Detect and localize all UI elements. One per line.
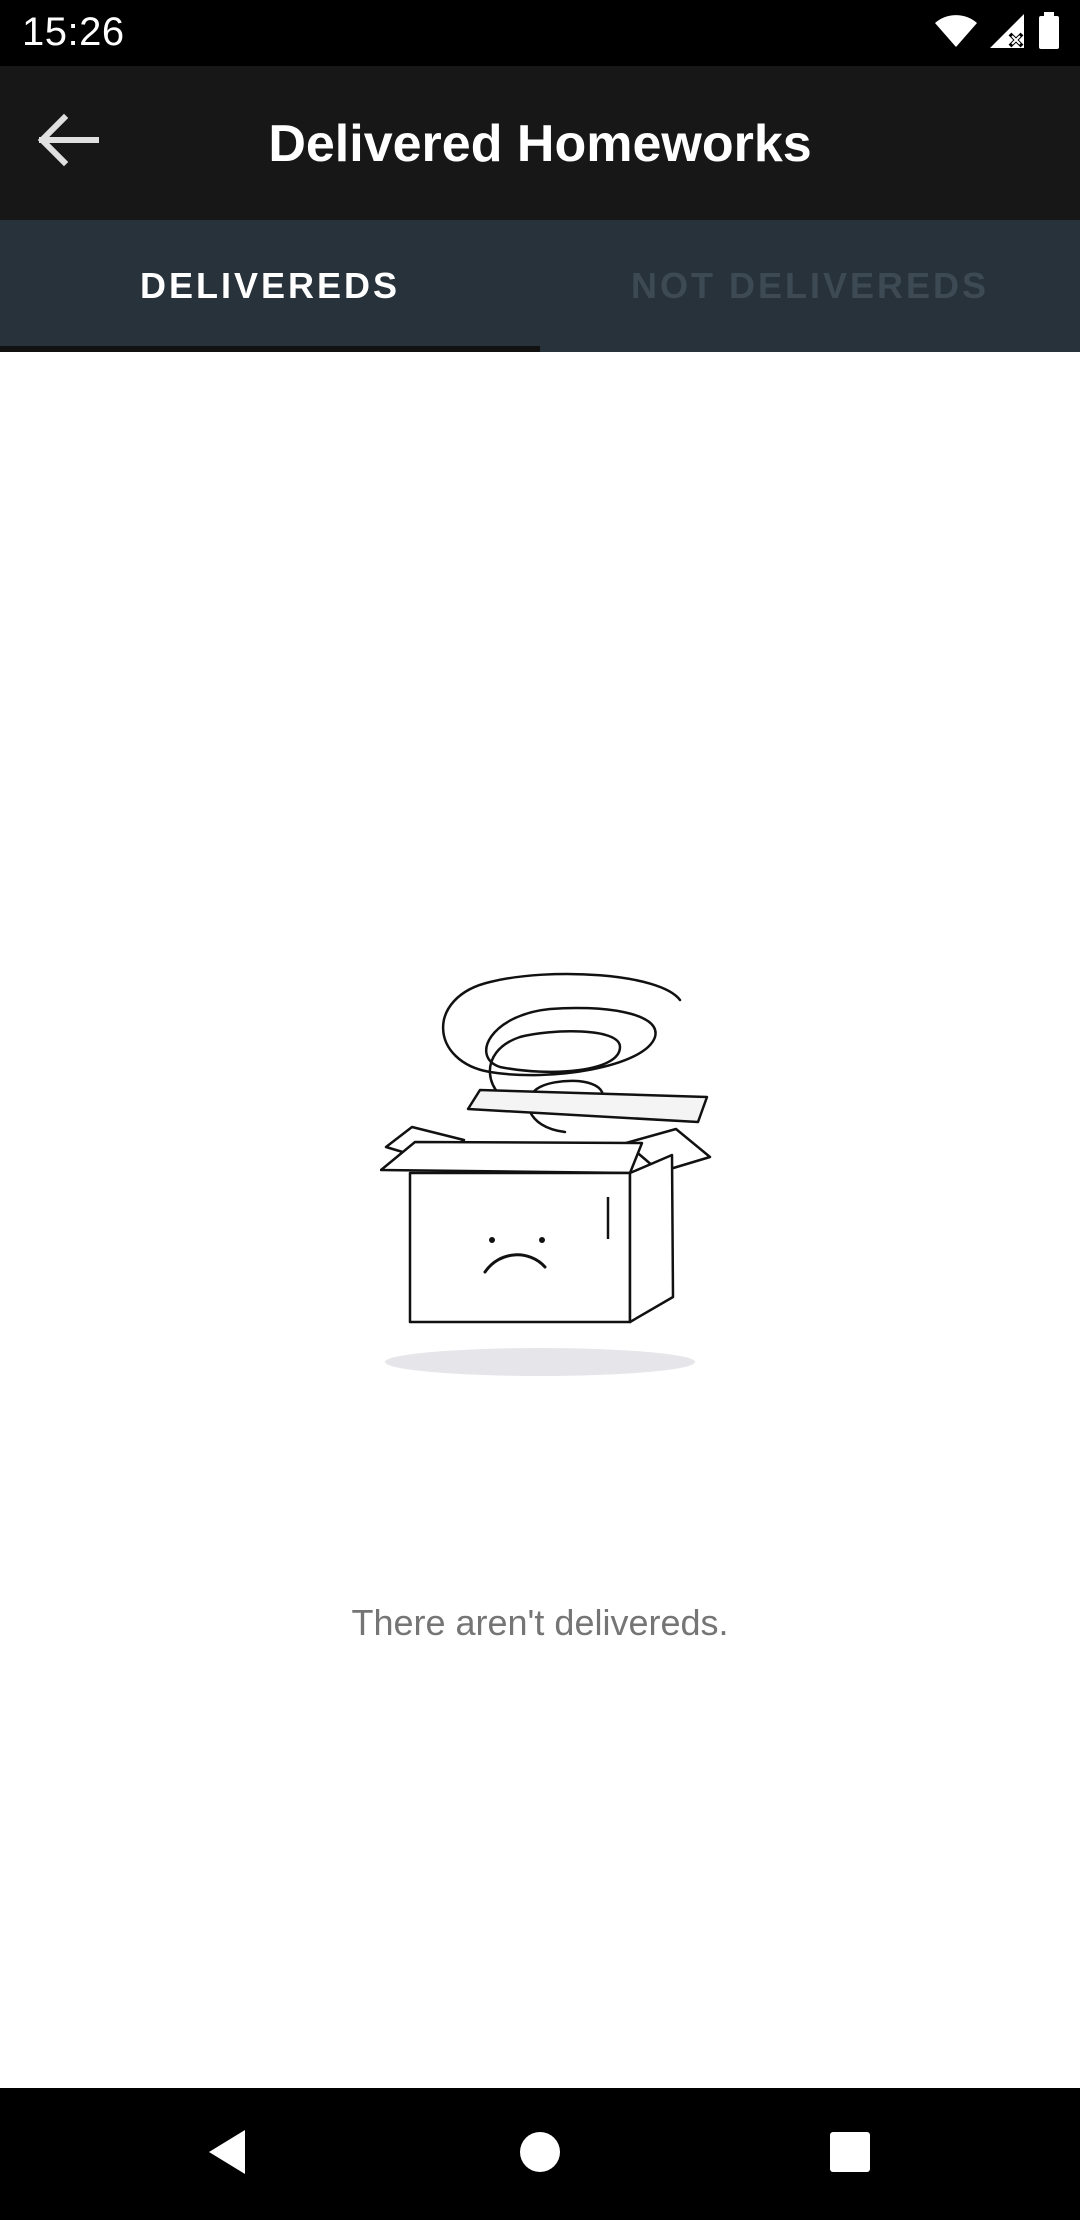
tab-delivereds[interactable]: DELIVEREDS bbox=[0, 220, 540, 352]
app-toolbar: Delivered Homeworks bbox=[0, 66, 1080, 220]
wifi-icon bbox=[934, 13, 978, 54]
status-time: 15:26 bbox=[22, 10, 125, 54]
status-bar: 15:26 bbox=[0, 0, 1080, 66]
nav-recents-button[interactable] bbox=[820, 2124, 880, 2184]
screen: 15:26 Delivered Homeworks DELIVEREDS NOT… bbox=[0, 0, 1080, 2220]
empty-box-icon bbox=[379, 967, 740, 1387]
nav-home-button[interactable] bbox=[510, 2124, 570, 2184]
recents-square-icon bbox=[828, 2130, 872, 2179]
back-triangle-icon bbox=[205, 2128, 249, 2181]
battery-icon bbox=[1038, 11, 1060, 55]
page-title: Delivered Homeworks bbox=[268, 115, 812, 173]
tab-label: DELIVEREDS bbox=[139, 265, 401, 306]
system-nav-bar bbox=[0, 2088, 1080, 2220]
home-circle-icon bbox=[518, 2130, 562, 2179]
empty-state-message: There aren't delivereds. bbox=[351, 1602, 729, 1643]
signal-icon bbox=[988, 12, 1028, 55]
tab-bar: DELIVEREDS NOT DELIVEREDS bbox=[0, 220, 1080, 352]
tab-not-delivereds[interactable]: NOT DELIVEREDS bbox=[540, 220, 1080, 352]
status-icons bbox=[934, 11, 1060, 55]
main-content: There aren't delivereds. bbox=[0, 352, 1080, 2088]
tab-label: NOT DELIVEREDS bbox=[630, 265, 990, 306]
nav-back-button[interactable] bbox=[197, 2124, 257, 2184]
